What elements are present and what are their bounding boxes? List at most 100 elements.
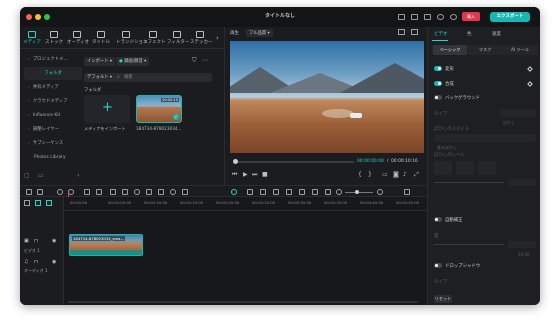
zoom-out-icon[interactable] xyxy=(336,189,342,195)
minimize-window-button[interactable] xyxy=(35,14,41,20)
scrub-bar[interactable] xyxy=(234,161,354,163)
search-input[interactable]: ⌕ 検索 xyxy=(114,73,212,82)
auto-enhance-toggle[interactable] xyxy=(434,217,442,222)
layout-icon[interactable] xyxy=(411,14,418,20)
tab-speed[interactable]: 速度 xyxy=(492,31,501,37)
play-icon[interactable]: ▶ xyxy=(243,171,248,178)
zoom-icon[interactable] xyxy=(134,189,140,195)
mute-icon[interactable]: ◉ xyxy=(52,259,56,265)
audio-ducking-icon[interactable] xyxy=(325,189,331,195)
blur-value-input[interactable] xyxy=(508,179,536,186)
sidebar-item-shared-media[interactable]: › 共有メディア xyxy=(24,81,82,94)
tab-effect[interactable]: エフェクト xyxy=(143,29,166,48)
drop-shadow-toggle[interactable] xyxy=(434,263,442,268)
filter-icon[interactable]: ⛉ xyxy=(192,57,197,65)
zoom-in-icon[interactable] xyxy=(377,189,383,195)
video-preview[interactable] xyxy=(230,41,424,153)
amount-value-input[interactable]: 50.00 xyxy=(508,241,536,257)
timeline-scrollbar[interactable] xyxy=(68,301,418,303)
close-window-button[interactable] xyxy=(26,14,32,20)
monitor-icon[interactable] xyxy=(398,14,405,20)
speed-icon[interactable] xyxy=(158,189,164,195)
new-folder-icon[interactable]: ▢ xyxy=(24,172,30,179)
lock-icon[interactable]: ⊓ xyxy=(34,238,38,244)
volume-icon[interactable]: ♪ xyxy=(403,171,407,178)
type-select[interactable]: ぼかし xyxy=(500,109,536,125)
grid-icon[interactable] xyxy=(404,189,410,195)
maximize-window-button[interactable] xyxy=(44,14,50,20)
tab-filter[interactable]: フィルター xyxy=(167,29,189,48)
snapshot-icon[interactable] xyxy=(398,29,405,35)
reset-button[interactable]: リセット xyxy=(434,295,452,303)
transform-toggle[interactable] xyxy=(434,66,442,71)
tab-sticker[interactable]: ステッカー xyxy=(190,29,213,48)
display-icon[interactable]: ▭ xyxy=(382,171,388,178)
timeline-ruler[interactable]: 00:00:00 00:00:05:00 00:00:10:00 00:00:1… xyxy=(64,197,427,211)
subtab-mask[interactable]: マスク xyxy=(468,45,502,55)
transform-icon[interactable] xyxy=(146,189,152,195)
link-icon[interactable] xyxy=(35,200,41,206)
delete-icon[interactable] xyxy=(84,189,90,195)
folder-icon[interactable]: ▭ xyxy=(38,172,44,179)
sidebar-item-photos-library[interactable]: Photos Library xyxy=(24,151,82,164)
user-icon[interactable] xyxy=(450,14,457,20)
add-track-icon[interactable] xyxy=(24,200,30,206)
undo-icon[interactable] xyxy=(57,189,63,195)
tab-video[interactable]: ビデオ xyxy=(434,31,448,37)
select-icon[interactable] xyxy=(37,189,43,195)
keyframe-icon[interactable] xyxy=(527,66,533,72)
blur-style-select[interactable]: 基本ぼかし xyxy=(434,134,536,150)
fullscreen-icon[interactable] xyxy=(411,29,418,35)
amount-slider[interactable] xyxy=(434,244,504,245)
tab-media[interactable]: メディア xyxy=(22,29,42,48)
tab-stock[interactable]: ストック xyxy=(44,29,64,48)
tab-color[interactable]: 色 xyxy=(467,31,472,37)
eye-icon[interactable]: ◉ xyxy=(52,238,56,244)
mic-icon[interactable] xyxy=(273,189,279,195)
scrub-handle[interactable] xyxy=(233,159,238,164)
subtab-basic[interactable]: ベーシック xyxy=(433,45,467,55)
snap-icon[interactable] xyxy=(299,189,305,195)
sort-dropdown[interactable]: デフォルト ▾ xyxy=(84,73,116,82)
sidebar-item-cloud-media[interactable]: › クラウドメディア xyxy=(24,95,82,108)
cloud-icon[interactable] xyxy=(424,14,431,20)
blur-level-option[interactable] xyxy=(434,161,452,175)
chevron-right-icon[interactable]: › xyxy=(216,34,219,42)
sidebar-item-adjustment-layer[interactable]: › 調整レイヤー xyxy=(24,123,82,136)
mark-out-icon[interactable]: } xyxy=(368,171,372,178)
color-icon[interactable] xyxy=(170,189,176,195)
magnet-icon[interactable] xyxy=(46,200,52,206)
quality-dropdown[interactable]: フル品質 ▾ xyxy=(246,29,273,37)
blur-level-option[interactable] xyxy=(478,161,496,175)
export-button[interactable]: エクスポート xyxy=(490,12,530,22)
tab-title[interactable]: タイトル xyxy=(91,29,111,48)
sidebar-item-folder[interactable]: フォルダ xyxy=(24,67,82,80)
more-icon[interactable]: ⋯ xyxy=(202,57,208,64)
lock-icon[interactable]: ⊓ xyxy=(34,259,38,265)
collapse-icon[interactable]: ‹ xyxy=(77,172,79,179)
sidebar-item-subsequence[interactable]: › サブシーケンス xyxy=(24,137,82,150)
composite-toggle[interactable] xyxy=(434,81,442,86)
timeline-video-clip[interactable]: 184734-878023034_sma... xyxy=(69,234,143,256)
mark-in-icon[interactable]: { xyxy=(358,171,362,178)
zoom-slider-handle[interactable] xyxy=(355,190,359,194)
marker-icon[interactable] xyxy=(260,189,266,195)
subtab-ai-tools[interactable]: AI ツール xyxy=(503,45,537,55)
next-frame-icon[interactable]: ⏭ xyxy=(252,171,257,179)
camera-icon[interactable]: ◙ xyxy=(393,171,399,178)
bell-icon[interactable] xyxy=(437,14,444,20)
prev-frame-icon[interactable]: ⏮ xyxy=(232,171,237,179)
ai-icon[interactable] xyxy=(231,189,237,195)
stabilize-icon[interactable] xyxy=(286,189,292,195)
zoom-slider[interactable] xyxy=(345,192,373,193)
scene-icon[interactable] xyxy=(312,189,318,195)
layout-icon[interactable] xyxy=(26,189,32,195)
more-icon[interactable] xyxy=(182,189,188,195)
crop-icon[interactable] xyxy=(110,189,116,195)
text-icon[interactable] xyxy=(122,189,128,195)
keyframe-icon[interactable] xyxy=(527,81,533,87)
blur-level-option[interactable] xyxy=(456,161,474,175)
media-clip-thumbnail[interactable]: 00:00:10 ✓ xyxy=(136,95,182,123)
tab-audio[interactable]: オーディオ xyxy=(67,29,89,48)
sidebar-item-project-media[interactable]: › プロジェクトメ... xyxy=(24,53,82,66)
